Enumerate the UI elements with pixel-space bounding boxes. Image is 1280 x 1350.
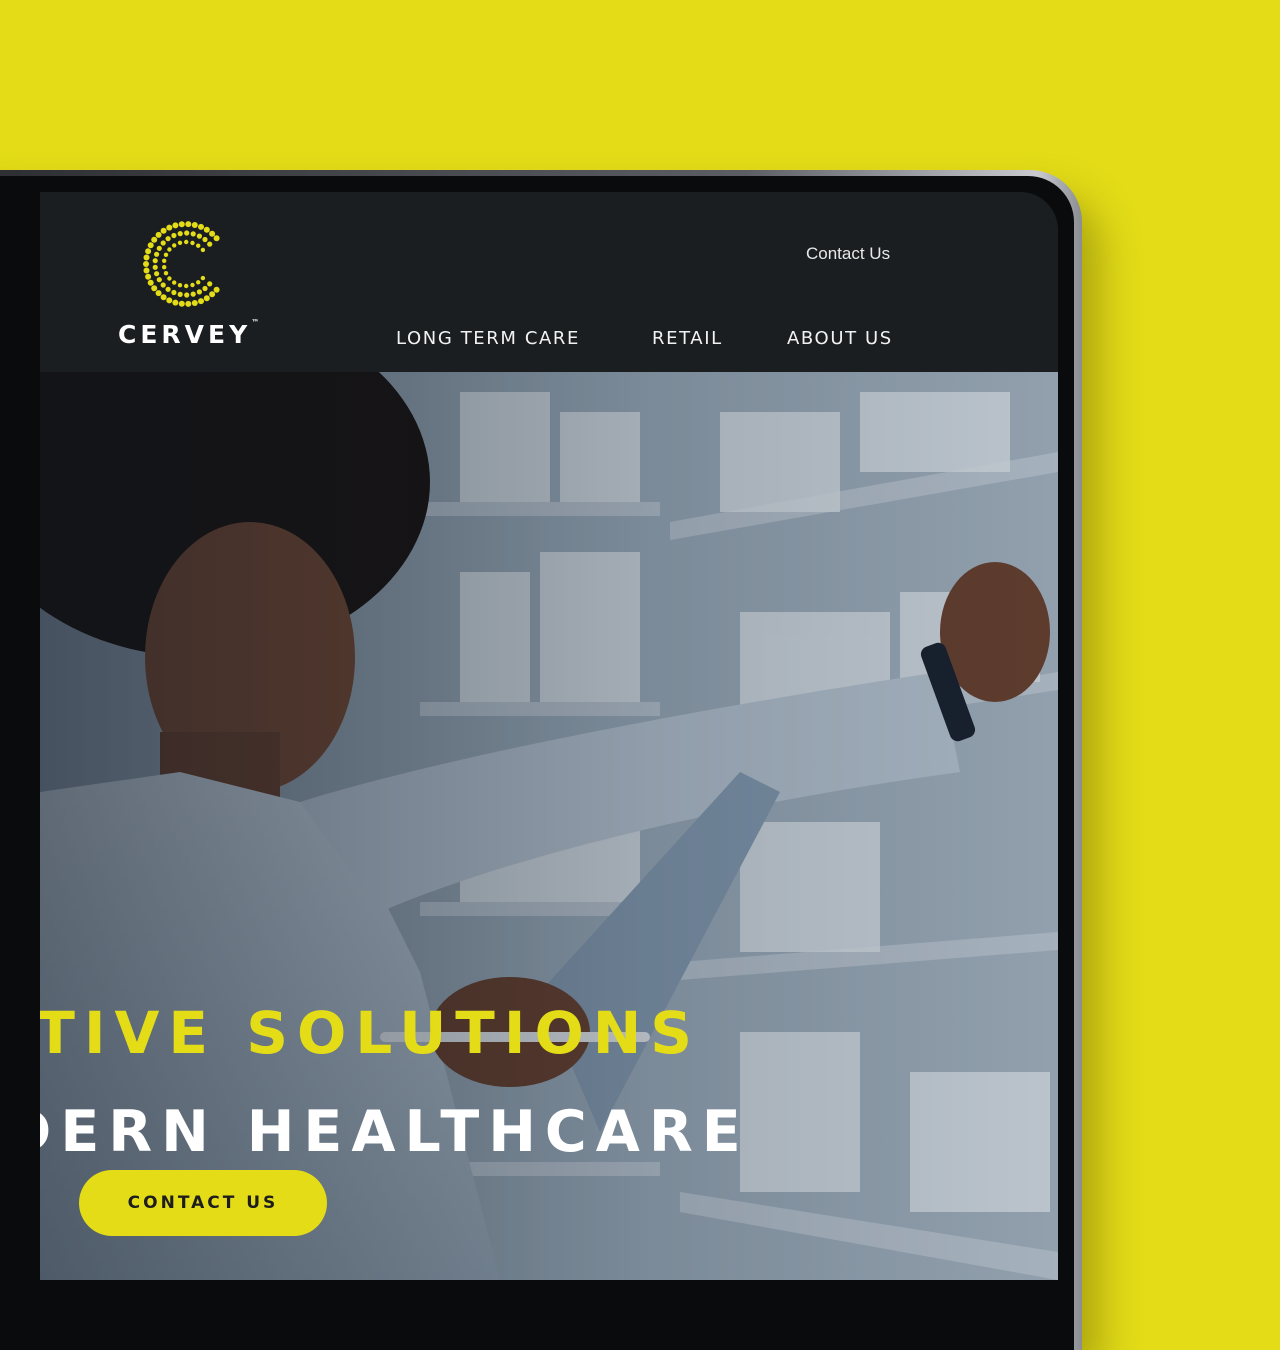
logo-dot xyxy=(145,248,152,255)
logo-dot xyxy=(190,231,196,237)
logo-dot xyxy=(177,240,183,245)
logo-dot xyxy=(202,285,208,292)
logo-dot xyxy=(203,295,210,302)
logo-dot xyxy=(177,291,183,297)
logo-dot xyxy=(191,222,198,228)
website-screen: CERVEY™ Contact Us LONG TERM CARE RETAIL… xyxy=(40,192,1058,1280)
logo-dot xyxy=(147,242,154,249)
logo-dot xyxy=(203,226,210,233)
logo-dot xyxy=(160,294,167,301)
logo-dot xyxy=(196,233,202,239)
contact-us-link[interactable]: Contact Us xyxy=(806,244,890,264)
logo-dot xyxy=(171,232,177,239)
logo-dot xyxy=(213,286,220,293)
logo-dot xyxy=(172,280,177,285)
logo-dot xyxy=(198,298,204,305)
logo-dot xyxy=(184,239,189,245)
logo-dot xyxy=(198,223,204,230)
logo-dot xyxy=(160,240,166,246)
logo-dot xyxy=(172,243,177,248)
logo-dot xyxy=(151,285,158,292)
logo-dot xyxy=(152,264,158,270)
nav-long-term-care[interactable]: LONG TERM CARE xyxy=(396,328,580,349)
logo-dot xyxy=(165,236,171,242)
logo-dot xyxy=(163,252,169,257)
logo-dot xyxy=(147,279,154,286)
logo-dot xyxy=(209,291,216,298)
logo-dot xyxy=(162,265,167,270)
logo-dot xyxy=(190,282,195,288)
logo-dot xyxy=(190,240,195,246)
logo-dot xyxy=(184,292,190,298)
logo-dot xyxy=(152,258,158,264)
logo-dot xyxy=(185,221,192,228)
logo-dot xyxy=(172,222,179,229)
logo-dot xyxy=(154,271,160,277)
logo-dot xyxy=(163,271,169,276)
logo-dot xyxy=(155,231,162,238)
logo-dot xyxy=(213,235,220,242)
logo-dot xyxy=(177,283,183,288)
contact-us-button[interactable]: CONTACT US xyxy=(79,1170,327,1236)
logo-dot xyxy=(207,241,213,247)
logo-dot xyxy=(171,289,177,296)
logo-dot xyxy=(155,290,162,297)
logo-dot xyxy=(143,267,150,274)
logo-dot xyxy=(177,231,183,237)
logo-dot xyxy=(178,221,185,228)
logo-dot xyxy=(154,251,160,257)
logo-dot xyxy=(151,236,158,243)
logo-dot xyxy=(202,236,208,243)
logo-dot xyxy=(145,273,152,280)
logo-dot xyxy=(160,227,167,234)
logo-dot xyxy=(209,230,216,237)
hero-title-line-1: ATIVE SOLUTIONS xyxy=(40,998,702,1067)
hero-title-line-2: DERN HEALTHCARE xyxy=(40,1099,750,1166)
logo-dot xyxy=(190,291,196,297)
logo-dot xyxy=(200,247,206,253)
logo-dot xyxy=(178,300,185,307)
logo-dot xyxy=(184,230,190,236)
logo-dot xyxy=(156,277,162,283)
brand-wordmark[interactable]: CERVEY™ xyxy=(118,318,288,349)
logo-dot xyxy=(156,245,162,251)
logo-dot xyxy=(143,261,149,267)
logo-dot xyxy=(160,282,166,288)
logo-dot xyxy=(196,289,202,295)
logo-dot xyxy=(165,286,171,292)
logo-dot xyxy=(191,300,198,306)
logo-dot xyxy=(207,281,213,287)
logo-dot xyxy=(166,297,173,304)
logo-dot xyxy=(143,254,150,261)
site-header: CERVEY™ Contact Us LONG TERM CARE RETAIL… xyxy=(40,192,1058,372)
logo-dot xyxy=(184,283,189,289)
logo-dot xyxy=(200,275,206,281)
logo-dot xyxy=(172,299,179,306)
logo-dot xyxy=(167,276,172,281)
hero-section: ATIVE SOLUTIONS DERN HEALTHCARE CONTACT … xyxy=(40,372,1058,1280)
logo-dot xyxy=(185,300,192,307)
cervey-logo-icon[interactable] xyxy=(143,216,229,312)
logo-dot xyxy=(196,243,201,248)
nav-retail[interactable]: RETAIL xyxy=(652,328,723,349)
logo-dot xyxy=(196,280,201,285)
logo-dot xyxy=(166,224,173,231)
nav-about-us[interactable]: ABOUT US xyxy=(787,328,893,349)
logo-dot xyxy=(167,247,172,252)
logo-dot xyxy=(162,258,167,263)
